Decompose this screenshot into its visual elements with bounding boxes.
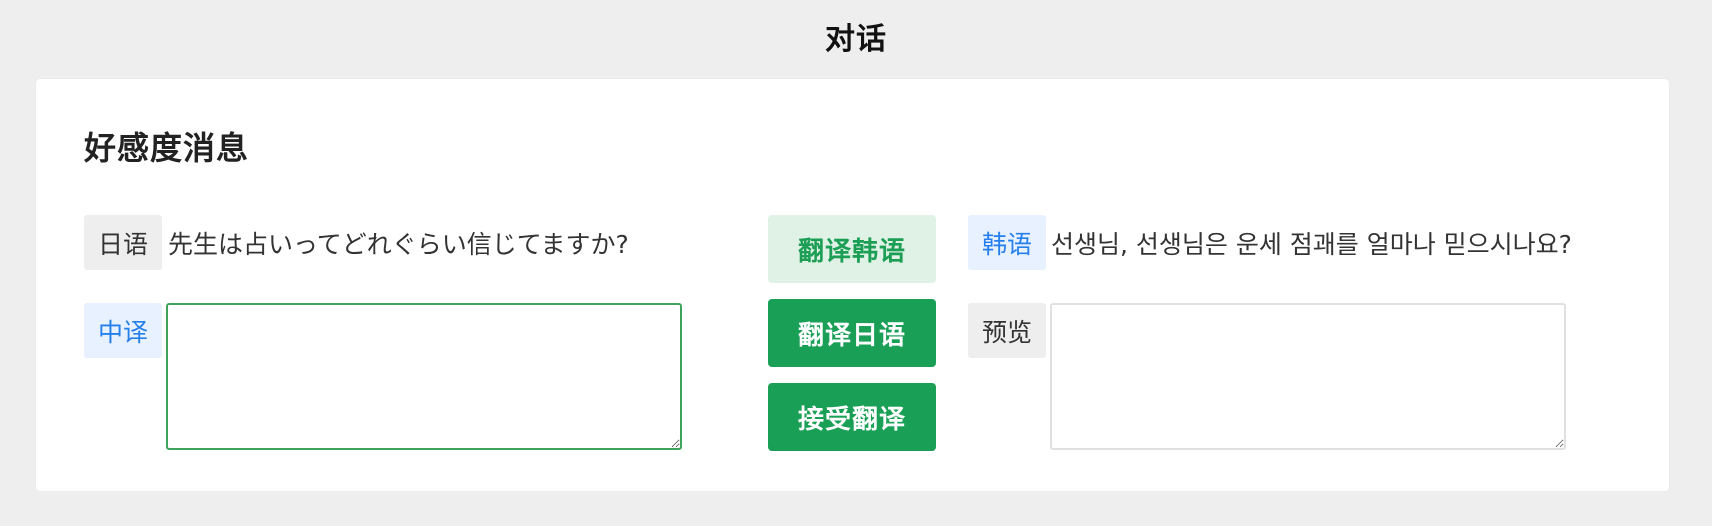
accept-translation-button[interactable]: 接受翻译 [768, 383, 936, 451]
page-title: 对话 [825, 22, 887, 57]
card-title: 好感度消息 [84, 129, 250, 167]
translate-korean-button[interactable]: 翻译韩语 [768, 215, 936, 283]
korean-tag: 韩语 [968, 215, 1047, 270]
translate-japanese-button[interactable]: 翻译日语 [768, 299, 936, 367]
page-header: 对话 [0, 0, 1712, 72]
affection-message-card: 好感度消息 日语 先生は占いってどれぐらい信じてますか? 中译 翻译韩语 翻译日… [36, 79, 1669, 491]
chinese-translation-tag: 中译 [84, 303, 163, 358]
chinese-translation-input[interactable] [166, 303, 682, 450]
japanese-tag: 日语 [84, 215, 163, 270]
korean-text: 선생님, 선생님은 운세 점괘를 얼마나 믿으시나요? [1051, 229, 1572, 259]
preview-tag: 预览 [968, 303, 1047, 358]
preview-input[interactable] [1050, 303, 1566, 450]
japanese-source-text: 先生は占いってどれぐらい信じてますか? [168, 229, 629, 259]
